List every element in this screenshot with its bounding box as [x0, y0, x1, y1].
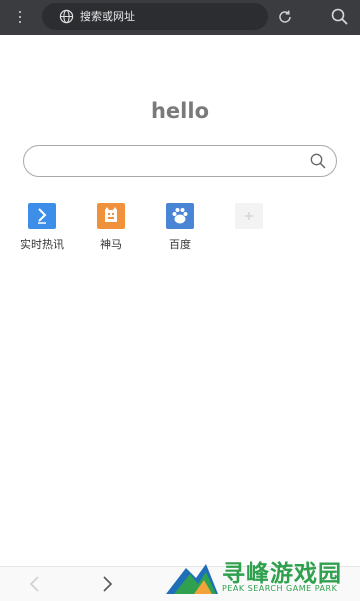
shortcut-shenma[interactable]: 神马: [81, 203, 141, 252]
shortcut-realtime-news[interactable]: 实时热讯: [12, 203, 72, 252]
globe-icon: [59, 9, 74, 24]
shortcut-add[interactable]: [219, 203, 279, 236]
shortcut-label: 百度: [169, 238, 191, 251]
search-icon[interactable]: [309, 152, 327, 170]
shenma-icon: [97, 203, 125, 229]
shortcut-label: 实时热讯: [20, 238, 64, 251]
address-bar[interactable]: 搜索或网址: [42, 3, 268, 30]
home-search-input[interactable]: [23, 145, 337, 177]
watermark-title: 寻峰游戏园: [222, 561, 342, 587]
forward-icon[interactable]: [96, 573, 118, 595]
back-icon[interactable]: [24, 573, 46, 595]
refresh-icon[interactable]: [276, 8, 294, 26]
baidu-paw-icon: [166, 203, 194, 229]
realtime-news-icon: [28, 203, 56, 229]
add-shortcut-icon: [235, 203, 263, 229]
browser-toolbar: 搜索或网址: [0, 0, 360, 35]
search-icon[interactable]: [330, 7, 349, 26]
mountain-logo-icon: [166, 564, 218, 594]
watermark-logo: 寻峰游戏园 PEAK SEARCH GAME PARK: [160, 552, 360, 600]
more-menu-icon[interactable]: [12, 8, 28, 26]
shortcut-label: 神马: [100, 238, 122, 251]
shortcut-baidu[interactable]: 百度: [150, 203, 210, 252]
address-bar-placeholder: 搜索或网址: [80, 10, 135, 23]
watermark-subtitle: PEAK SEARCH GAME PARK: [222, 584, 338, 593]
home-greeting: hello: [150, 99, 210, 123]
